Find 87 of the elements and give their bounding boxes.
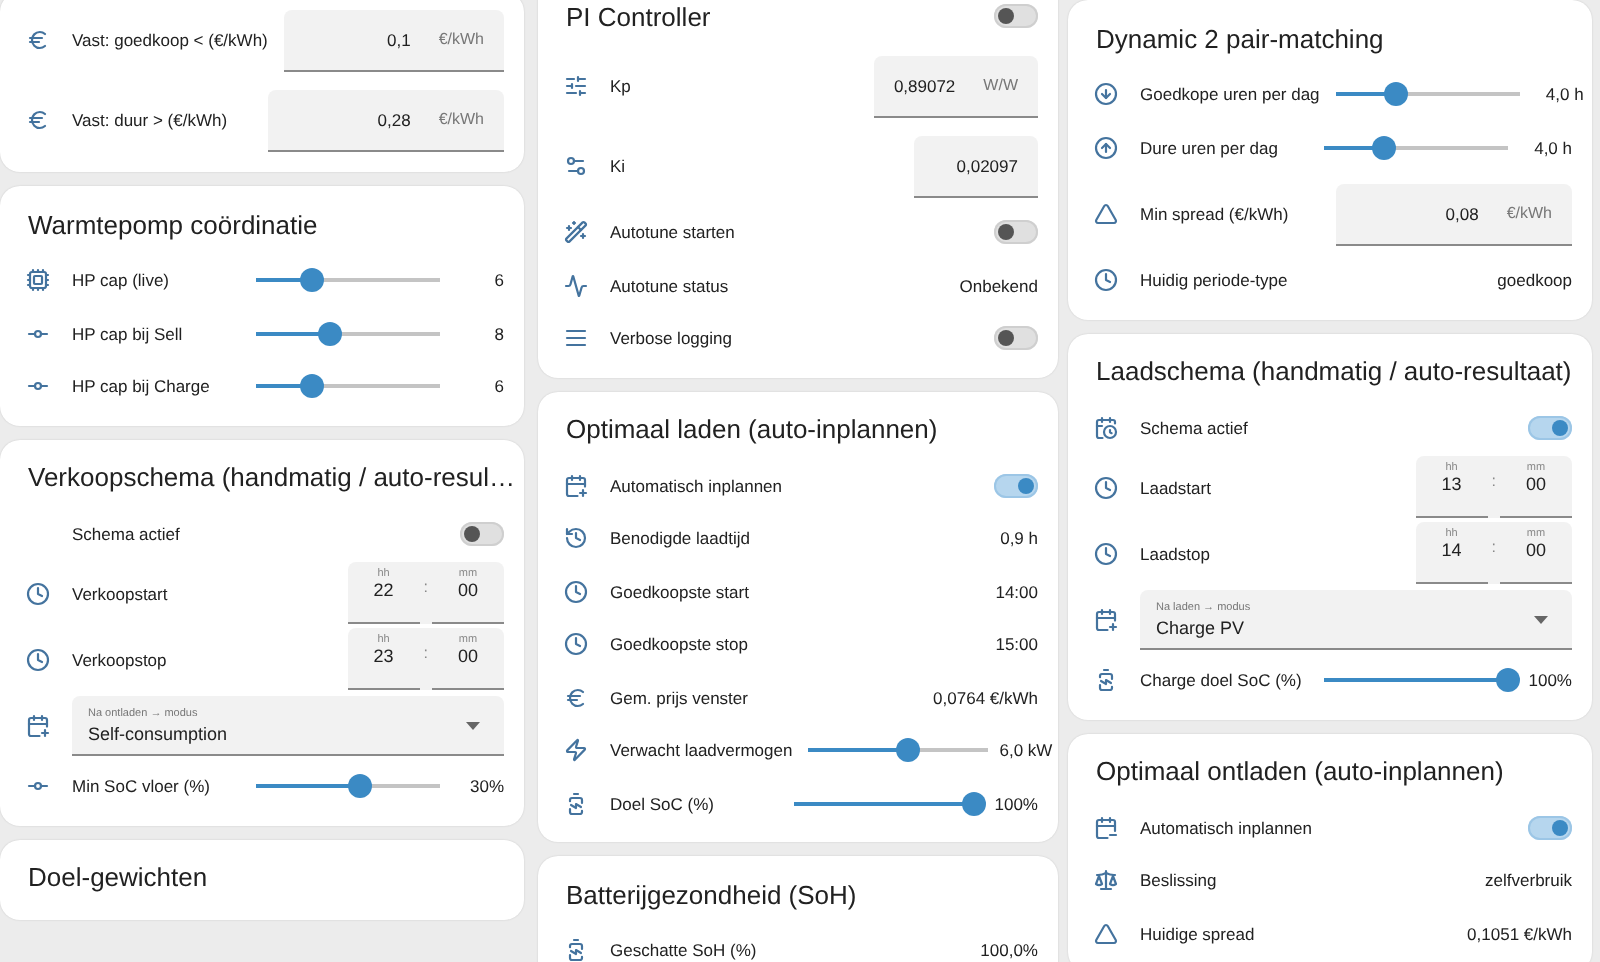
time-separator: :	[1489, 538, 1498, 560]
state-value: 100,0%	[980, 940, 1038, 961]
card-title: PI Controller	[564, 1, 711, 31]
slider-handle[interactable]	[299, 268, 324, 293]
row-label: Min spread (€/kWh)	[1140, 204, 1291, 224]
slider-handle[interactable]	[895, 738, 920, 763]
row-label: Kp	[610, 76, 633, 96]
row-label: Verbose logging	[610, 328, 734, 349]
row-label: Gem. prijs venster	[610, 687, 750, 708]
slider-value: 6	[492, 376, 504, 397]
row-label: Goedkoopste stop	[610, 634, 750, 655]
toggle-switch[interactable]	[994, 220, 1038, 245]
row-label: Vast: goedkoop < (€/kWh)	[72, 30, 268, 50]
number-field[interactable]: 0,08 €/kWh	[1336, 183, 1572, 245]
slider-value: 6,0 kW	[997, 740, 1053, 761]
number-field[interactable]: 0,89072 W/W	[874, 55, 1038, 117]
row-label: Verkoopstop	[72, 649, 169, 669]
slider-handle[interactable]	[1384, 82, 1409, 107]
row-label: Laadstart	[1140, 477, 1213, 497]
row-label: Laadstop	[1140, 543, 1212, 563]
state-value: Onbekend	[959, 275, 1038, 296]
row-label: Verwacht laadvermogen	[610, 740, 793, 761]
state-value: 0,0764 €/kWh	[933, 687, 1038, 708]
number-field[interactable]: 0,1 €/kWh	[283, 9, 504, 71]
row-label: Autotune status	[610, 275, 731, 296]
row-label: Schema actief	[1140, 417, 1250, 438]
card-title: Doel-gewichten	[26, 862, 208, 892]
slider-handle[interactable]	[317, 321, 342, 346]
row-label: Schema actief	[72, 523, 182, 544]
state-value: 15:00	[995, 634, 1038, 655]
row-label: Dure uren per dag	[1140, 137, 1280, 158]
number-field[interactable]: 0,02097	[914, 135, 1038, 197]
toggle-switch[interactable]	[994, 473, 1038, 498]
card-title: Warmtepomp coördinatie	[26, 209, 318, 239]
row-label: Ki	[610, 156, 628, 176]
row-label: Vast: duur > (€/kWh)	[72, 110, 230, 130]
slider-value: 8	[492, 323, 504, 344]
toggle-switch[interactable]	[1528, 415, 1572, 440]
card-title: Laadschema (handmatig / auto-resultaat)	[1094, 356, 1572, 386]
row-label: Beslissing	[1140, 870, 1219, 891]
card-title: Optimaal ontladen (auto-inplannen)	[1094, 756, 1504, 786]
slider-handle[interactable]	[962, 791, 986, 816]
state-value: 0,9 h	[1000, 528, 1038, 549]
row-label: HP cap bij Sell	[72, 323, 185, 344]
slider-value: 30%	[467, 776, 504, 797]
card-title: Optimaal laden (auto-inplannen)	[564, 414, 938, 444]
state-value: goedkoop	[1497, 270, 1572, 291]
toggle-switch[interactable]	[994, 326, 1038, 351]
row-label: Goedkoopste start	[610, 581, 751, 602]
slider-value: 4,0 h	[1532, 137, 1572, 158]
row-label: Huidige spread	[1140, 923, 1257, 944]
time-separator: :	[421, 578, 430, 600]
row-label: Charge doel SoC (%)	[1140, 670, 1304, 691]
row-label: Goedkope uren per dag	[1140, 84, 1320, 105]
card-title: Batterijgezondheid (SoH)	[564, 879, 857, 909]
row-label: HP cap (live)	[72, 270, 171, 291]
row-label: Automatisch inplannen	[1140, 817, 1315, 838]
caret-icon	[466, 721, 480, 729]
slider-value: 4,0 h	[1543, 84, 1584, 105]
toggle-switch[interactable]	[994, 4, 1038, 28]
slider-handle[interactable]	[1496, 668, 1520, 693]
row-label: Geschatte SoH (%)	[610, 940, 759, 961]
row-label: Benodigde laadtijd	[610, 528, 752, 549]
row-label: HP cap bij Charge	[72, 376, 212, 397]
time-separator: :	[1489, 472, 1498, 494]
state-value: zelfverbruik	[1485, 870, 1572, 891]
toggle-switch[interactable]	[1528, 815, 1572, 840]
row-label: Autotune starten	[610, 222, 737, 243]
slider-handle[interactable]	[347, 774, 372, 799]
slider-handle[interactable]	[299, 374, 324, 399]
slider-handle[interactable]	[1372, 135, 1397, 160]
card-title: Dynamic 2 pair-matching	[1094, 23, 1384, 53]
state-value: 14:00	[995, 581, 1038, 602]
row-label: Automatisch inplannen	[610, 475, 785, 496]
row-label: Doel SoC (%)	[610, 793, 716, 814]
caret-icon	[1534, 615, 1548, 623]
number-field[interactable]: 0,28 €/kWh	[268, 89, 504, 151]
row-label: Huidig periode-type	[1140, 270, 1290, 291]
toggle-switch[interactable]	[460, 521, 504, 546]
row-label: Min SoC vloer (%)	[72, 776, 212, 797]
card-title: Verkoopschema (handmatig / auto-resul…	[26, 462, 516, 492]
time-separator: :	[421, 644, 430, 666]
state-value: 0,1051 €/kWh	[1467, 923, 1572, 944]
row-label: Verkoopstart	[72, 583, 170, 603]
slider-value: 100%	[1526, 670, 1572, 691]
slider-value: 6	[492, 270, 504, 291]
slider-value: 100%	[992, 793, 1038, 814]
